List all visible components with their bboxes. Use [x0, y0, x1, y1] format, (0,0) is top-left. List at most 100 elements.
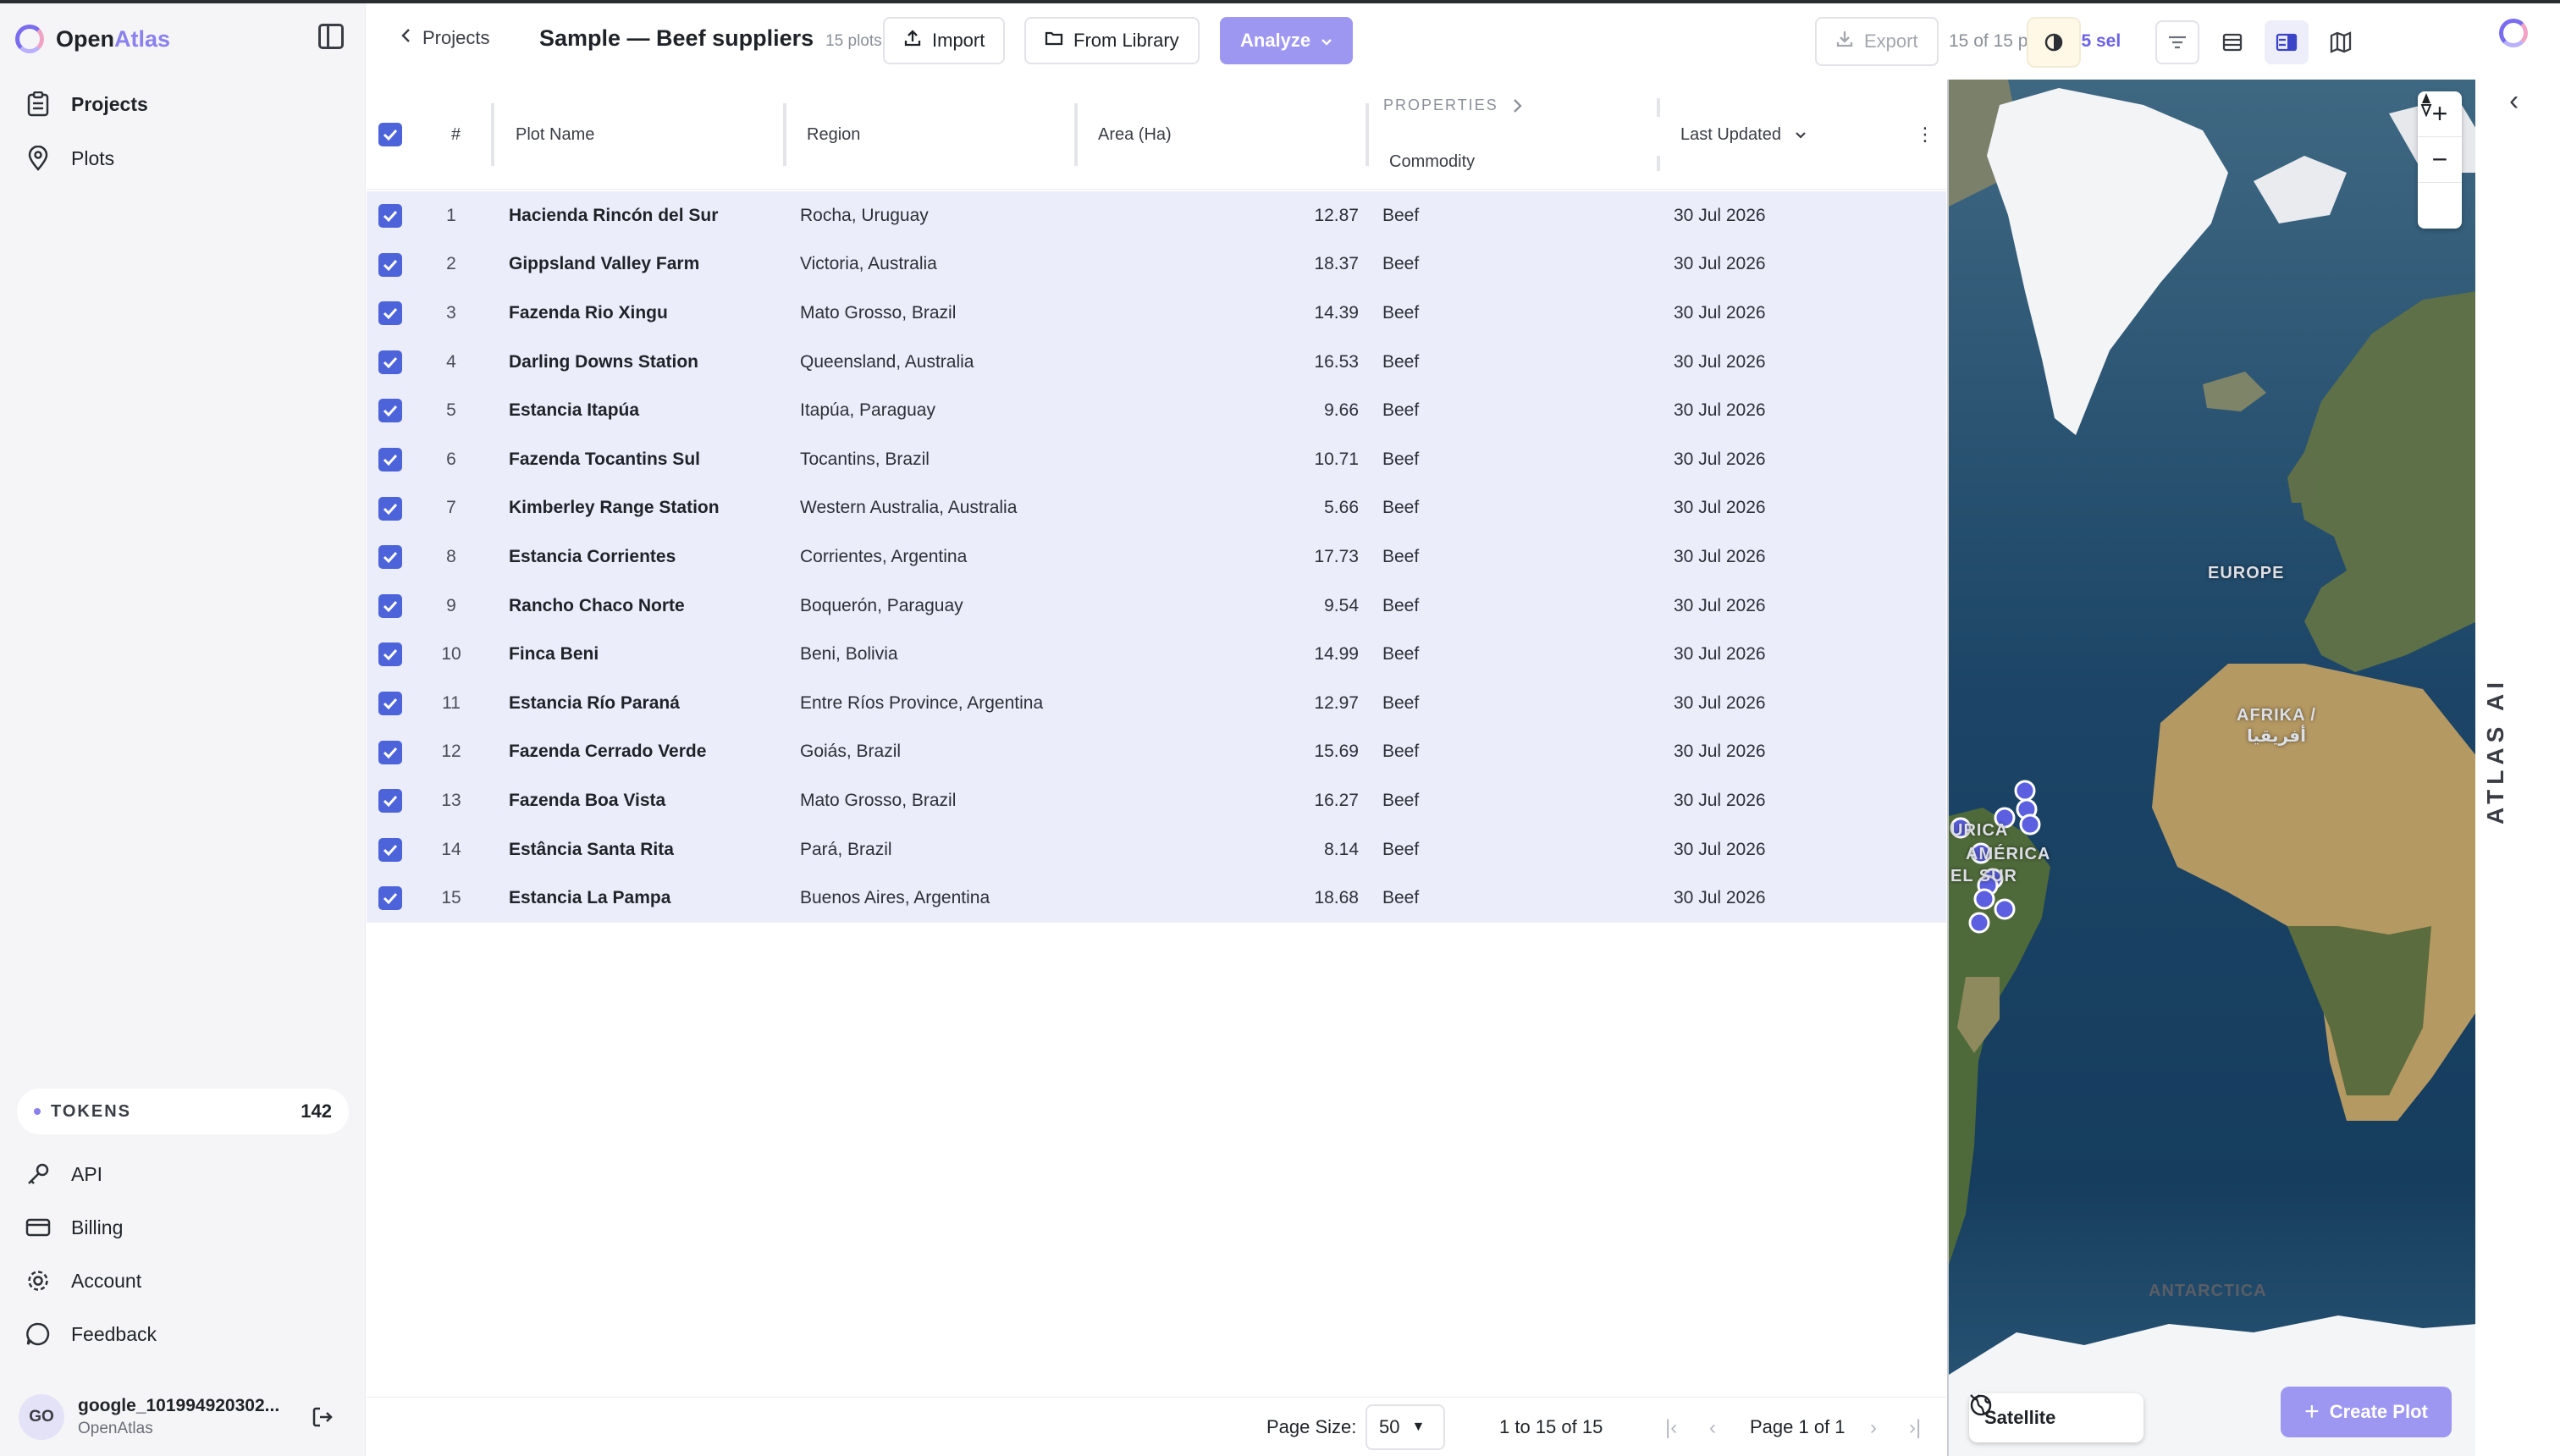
column-resizer[interactable] — [491, 103, 494, 166]
table-row[interactable]: 12 Fazenda Cerrado Verde Goiás, Brazil 15.6… — [367, 727, 1946, 777]
atlas-ai-tab[interactable]: ATLAS AI — [2482, 672, 2509, 825]
logout-icon[interactable] — [310, 1404, 335, 1430]
table-row[interactable]: 6 Fazenda Tocantins Sul Tocantins, Brazil 1… — [367, 435, 1946, 484]
cell-plot-name[interactable]: Estancia Itapúa — [509, 400, 639, 421]
last-page-icon[interactable]: ›| — [1909, 1416, 1921, 1440]
row-checkbox[interactable] — [378, 448, 402, 472]
table-row[interactable]: 3 Fazenda Rio Xingu Mato Grosso, Brazil 14.… — [367, 289, 1946, 338]
cell-plot-name[interactable]: Fazenda Cerrado Verde — [509, 742, 706, 762]
table-row[interactable]: 11 Estancia Río Paraná Entre Ríos Province… — [367, 679, 1946, 728]
map-panel[interactable]: EUROPE AFRIKA / أفريقيا URICA AMÉRICA EL … — [1947, 80, 2475, 1456]
create-plot-button[interactable]: + Create Plot — [2281, 1387, 2452, 1437]
cell-plot-name[interactable]: Fazenda Rio Xingu — [509, 303, 668, 323]
row-checkbox[interactable] — [378, 545, 402, 570]
cell-plot-name[interactable]: Hacienda Rincón del Sur — [509, 206, 718, 226]
column-header-area[interactable]: Area (Ha) — [1098, 125, 1172, 145]
column-resizer[interactable] — [1657, 98, 1660, 117]
cell-plot-name[interactable]: Finca Beni — [509, 644, 599, 665]
map-canvas[interactable] — [1949, 80, 2475, 1456]
cell-plot-name[interactable]: Kimberley Range Station — [509, 498, 720, 518]
sidebar-toggle-icon[interactable] — [318, 24, 344, 49]
column-header-region[interactable]: Region — [807, 125, 860, 145]
sidebar-item-billing[interactable]: Billing — [25, 1206, 123, 1249]
next-page-icon[interactable]: › — [1870, 1416, 1877, 1440]
table-view-icon[interactable] — [2210, 20, 2254, 64]
cell-area: 9.54 — [1324, 595, 1359, 615]
cell-plot-name[interactable]: Estancia La Pampa — [509, 888, 670, 908]
basemap-select[interactable]: Satellite — [1969, 1393, 2143, 1442]
cell-plot-name[interactable]: Fazenda Boa Vista — [509, 791, 665, 811]
cell-plot-name[interactable]: Estancia Corrientes — [509, 547, 676, 567]
sidebar-item-feedback[interactable]: Feedback — [25, 1313, 157, 1355]
export-button[interactable]: Export — [1815, 17, 1939, 66]
table-row[interactable]: 13 Fazenda Boa Vista Mato Grosso, Brazil 16… — [367, 776, 1946, 825]
cell-plot-name[interactable]: Estancia Río Paraná — [509, 693, 680, 714]
table-row[interactable]: 7 Kimberley Range Station Western Australi… — [367, 483, 1946, 533]
column-header-last-updated[interactable]: Last Updated — [1680, 125, 1807, 145]
plot-marker[interactable] — [1968, 912, 1990, 934]
filter-icon[interactable] — [2155, 20, 2199, 64]
first-page-icon[interactable]: |‹ — [1665, 1416, 1677, 1440]
table-row[interactable]: 15 Estancia La Pampa Buenos Aires, Argenti… — [367, 874, 1946, 923]
column-resizer[interactable] — [1657, 156, 1660, 171]
sidebar-item-account[interactable]: Account — [25, 1260, 141, 1302]
import-button[interactable]: Import — [883, 17, 1006, 64]
analyze-button[interactable]: Analyze — [1220, 17, 1354, 64]
row-checkbox[interactable] — [378, 837, 402, 862]
row-checkbox[interactable] — [378, 350, 402, 374]
cell-plot-name[interactable]: Gippsland Valley Farm — [509, 254, 699, 274]
prev-page-icon[interactable]: ‹ — [1709, 1416, 1716, 1440]
column-resizer[interactable] — [1366, 103, 1369, 166]
theme-toggle-icon[interactable] — [2027, 17, 2081, 68]
column-resizer[interactable] — [1074, 103, 1078, 166]
column-resizer[interactable] — [783, 103, 786, 166]
row-checkbox[interactable] — [378, 496, 402, 521]
table-row[interactable]: 10 Finca Beni Beni, Bolivia 14.99 Beef 30 Jul… — [367, 630, 1946, 679]
map-view-icon[interactable] — [2319, 20, 2363, 64]
plot-marker[interactable] — [1994, 898, 2016, 920]
plot-marker[interactable] — [2014, 780, 2036, 802]
row-checkbox[interactable] — [378, 886, 402, 911]
table-row[interactable]: 2 Gippsland Valley Farm Victoria, Australi… — [367, 240, 1946, 290]
back-to-projects-link[interactable]: Projects — [400, 27, 489, 49]
cell-plot-name[interactable]: Estância Santa Rita — [509, 840, 674, 860]
from-library-button[interactable]: From Library — [1024, 17, 1200, 64]
row-checkbox[interactable] — [378, 740, 402, 764]
zoom-out-button[interactable]: − — [2418, 137, 2462, 183]
row-checkbox[interactable] — [378, 789, 402, 813]
brand[interactable]: OpenAtlas — [15, 22, 170, 56]
tokens-card[interactable]: TOKENS 142 — [17, 1089, 349, 1134]
plot-marker[interactable] — [2019, 813, 2041, 836]
user-profile[interactable]: GO google_101994920302... OpenAtlas — [19, 1392, 349, 1442]
row-checkbox[interactable] — [378, 252, 402, 277]
row-checkbox[interactable] — [378, 204, 402, 228]
table-row[interactable]: 8 Estancia Corrientes Corrientes, Argentin… — [367, 532, 1946, 582]
plot-marker[interactable] — [1973, 888, 1995, 910]
row-checkbox[interactable] — [378, 301, 402, 326]
sidebar-item-api[interactable]: API — [25, 1153, 102, 1195]
column-header-plot-name[interactable]: Plot Name — [516, 125, 594, 145]
row-checkbox[interactable] — [378, 692, 402, 715]
sidebar-item-plots[interactable]: Plots — [25, 137, 114, 179]
column-menu-icon[interactable]: ⋮ — [1916, 124, 1934, 146]
row-checkbox[interactable] — [378, 593, 402, 618]
column-header-index[interactable]: # — [451, 125, 461, 145]
cell-plot-name[interactable]: Rancho Chaco Norte — [509, 596, 685, 616]
table-row[interactable]: 14 Estância Santa Rita Pará, Brazil 8.14 Bee… — [367, 825, 1946, 874]
table-row[interactable]: 4 Darling Downs Station Queensland, Austra… — [367, 337, 1946, 387]
page-size-select[interactable]: 50 ▼ — [1366, 1404, 1445, 1450]
split-view-icon[interactable] — [2265, 20, 2309, 64]
table-row[interactable]: 9 Rancho Chaco Norte Boquerón, Paraguay 9.5… — [367, 581, 1946, 631]
select-all-checkbox[interactable] — [378, 123, 402, 146]
cell-plot-name[interactable]: Fazenda Tocantins Sul — [509, 449, 700, 470]
column-header-commodity[interactable]: Commodity — [1389, 152, 1475, 172]
row-checkbox[interactable] — [378, 643, 402, 667]
table-row[interactable]: 5 Estancia Itapúa Itapúa, Paraguay 9.66 Beef… — [367, 386, 1946, 435]
reset-north-button[interactable] — [2418, 93, 2462, 229]
column-group-properties[interactable]: PROPERTIES — [1383, 97, 1522, 114]
table-row[interactable]: 1 Hacienda Rincón del Sur Rocha, Uruguay 12… — [367, 191, 1946, 240]
cell-plot-name[interactable]: Darling Downs Station — [509, 352, 698, 372]
row-checkbox[interactable] — [378, 399, 402, 423]
sidebar-item-projects[interactable]: Projects — [25, 83, 148, 125]
chevron-left-icon[interactable]: ‹ — [2509, 85, 2519, 118]
